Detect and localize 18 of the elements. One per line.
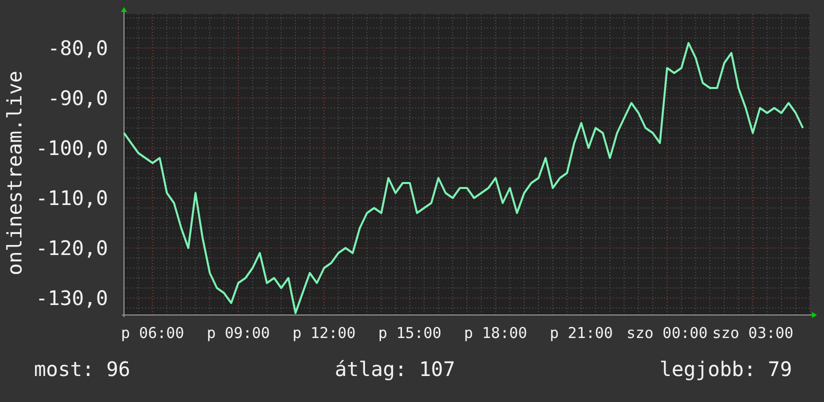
x-tick-label: p 21:00: [550, 324, 613, 342]
x-tick-label: p 09:00: [206, 324, 270, 342]
y-tick-label: -100,0: [36, 136, 108, 160]
x-tick-label: p 12:00: [292, 324, 356, 342]
y-tick-label: -90,0: [48, 86, 108, 110]
x-tick-label: szo 00:00: [626, 324, 708, 342]
y-tick-label: -80,0: [48, 36, 108, 60]
y-tick-label: -130,0: [36, 286, 108, 310]
x-tick-label: p 18:00: [464, 324, 528, 342]
legend-text: átlag: 107: [334, 359, 456, 379]
x-tick-label: p 06:00: [120, 324, 184, 342]
x-tick-label: szo 03:00: [712, 324, 794, 342]
y-axis-title: onlinestream.live: [4, 70, 24, 275]
y-tick-label: -110,0: [36, 186, 108, 210]
legend-text: legjobb: 79: [660, 359, 792, 379]
y-tick-label: -120,0: [36, 236, 108, 260]
legend-text: most: 96: [34, 359, 130, 379]
x-tick-label: p 15:00: [378, 324, 442, 342]
